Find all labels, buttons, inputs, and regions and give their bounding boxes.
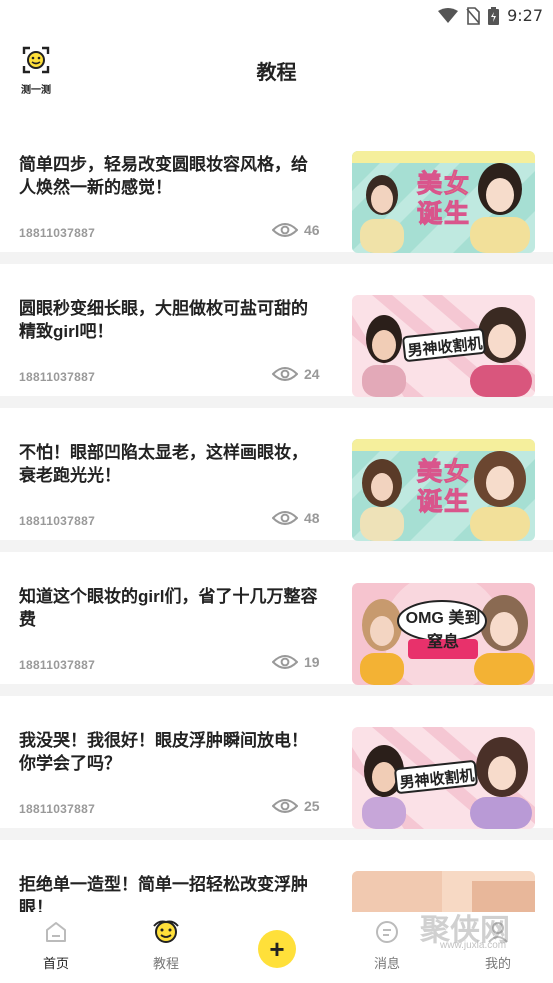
tutorial-card[interactable]: 圆眼秒变细长眼，大胆做枚可盐可甜的精致girl吧！ 18811037887 24… [0,264,553,397]
thumbnail-caption: 美女诞生 [416,458,471,517]
no-sim-icon [466,6,480,25]
tutorial-card[interactable]: 简单四步，轻易改变圆眼妆容风格，给人焕然一新的感觉！ 18811037887 4… [0,120,553,253]
views-count: 46 [304,222,320,238]
message-icon [376,921,398,943]
card-title: 简单四步，轻易改变圆眼妆容风格，给人焕然一新的感觉！ [19,155,308,197]
card-author: 18811037887 [19,370,96,384]
views-count: 25 [304,798,320,814]
card-author: 18811037887 [19,802,96,816]
status-icons: 9:27 [438,6,543,25]
card-thumbnail[interactable]: 美女诞生 [352,439,535,541]
card-title: 不怕！眼部凹陷太显老，这样画眼妆，衰老跑光光！ [19,443,308,485]
tab-tutorial[interactable]: 教程 [126,920,206,972]
card-title: 圆眼秒变细长眼，大胆做枚可盐可甜的精致girl吧！ [19,299,308,341]
view-count: 46 [272,222,320,238]
tab-label: 我的 [484,956,511,971]
card-thumbnail[interactable]: 男神收割机 [352,727,535,829]
tutorial-card[interactable]: 知道这个眼妆的girl们，省了十几万整容费 18811037887 19 OMG… [0,552,553,685]
card-title: 拒绝单一造型！简单一招轻松改变浮肿眼！ [19,875,308,912]
tutorial-card[interactable]: 拒绝单一造型！简单一招轻松改变浮肿眼！ [0,840,553,912]
card-author: 18811037887 [19,226,96,240]
card-title: 我没哭！我很好！眼皮浮肿瞬间放电！你学会了吗？ [19,731,308,773]
card-thumbnail[interactable]: 美女诞生 [352,151,535,253]
tab-home[interactable]: 首页 [16,920,96,972]
tutorial-feed[interactable]: 简单四步，轻易改变圆眼妆容风格，给人焕然一新的感觉！ 18811037887 4… [0,120,553,912]
add-button[interactable]: + [258,930,296,968]
tab-label: 首页 [42,956,69,971]
view-count: 24 [272,366,320,382]
view-count: 48 [272,510,320,526]
eye-icon [272,511,298,525]
wifi-icon [438,7,459,23]
card-thumbnail[interactable]: OMG 美到窒息 [352,583,535,685]
eye-icon [272,799,298,813]
views-count: 48 [304,510,320,526]
views-count: 19 [304,654,320,670]
card-title: 知道这个眼妆的girl们，省了十几万整容费 [19,587,318,629]
eye-icon [272,655,298,669]
card-author: 18811037887 [19,658,96,672]
tutorial-card[interactable]: 我没哭！我很好！眼皮浮肿瞬间放电！你学会了吗？ 18811037887 25 男… [0,696,553,829]
tab-messages[interactable]: 消息 [347,920,427,972]
view-count: 19 [272,654,320,670]
views-count: 24 [304,366,320,382]
card-thumbnail[interactable]: 男神收割机 [352,295,535,397]
page-title: 教程 [256,62,297,84]
add-icon: + [269,934,285,964]
header: 测一测 教程 [0,32,553,112]
tutorial-face-icon [153,920,179,943]
view-count: 25 [272,798,320,814]
watermark-url: www.juxia.com [440,940,507,951]
tutorial-card[interactable]: 不怕！眼部凹陷太显老，这样画眼妆，衰老跑光光！ 18811037887 48 美… [0,408,553,541]
home-icon [46,922,66,942]
eye-icon [272,223,298,237]
card-author: 18811037887 [19,514,96,528]
thumbnail-caption: OMG 美到窒息 [405,610,481,651]
tab-label: 教程 [152,956,179,971]
status-bar: 9:27 [0,0,553,32]
eye-icon [272,367,298,381]
status-time: 9:27 [507,6,543,25]
tab-label: 消息 [373,956,400,971]
battery-charging-icon [488,6,500,25]
thumbnail-caption: 美女诞生 [416,170,471,229]
